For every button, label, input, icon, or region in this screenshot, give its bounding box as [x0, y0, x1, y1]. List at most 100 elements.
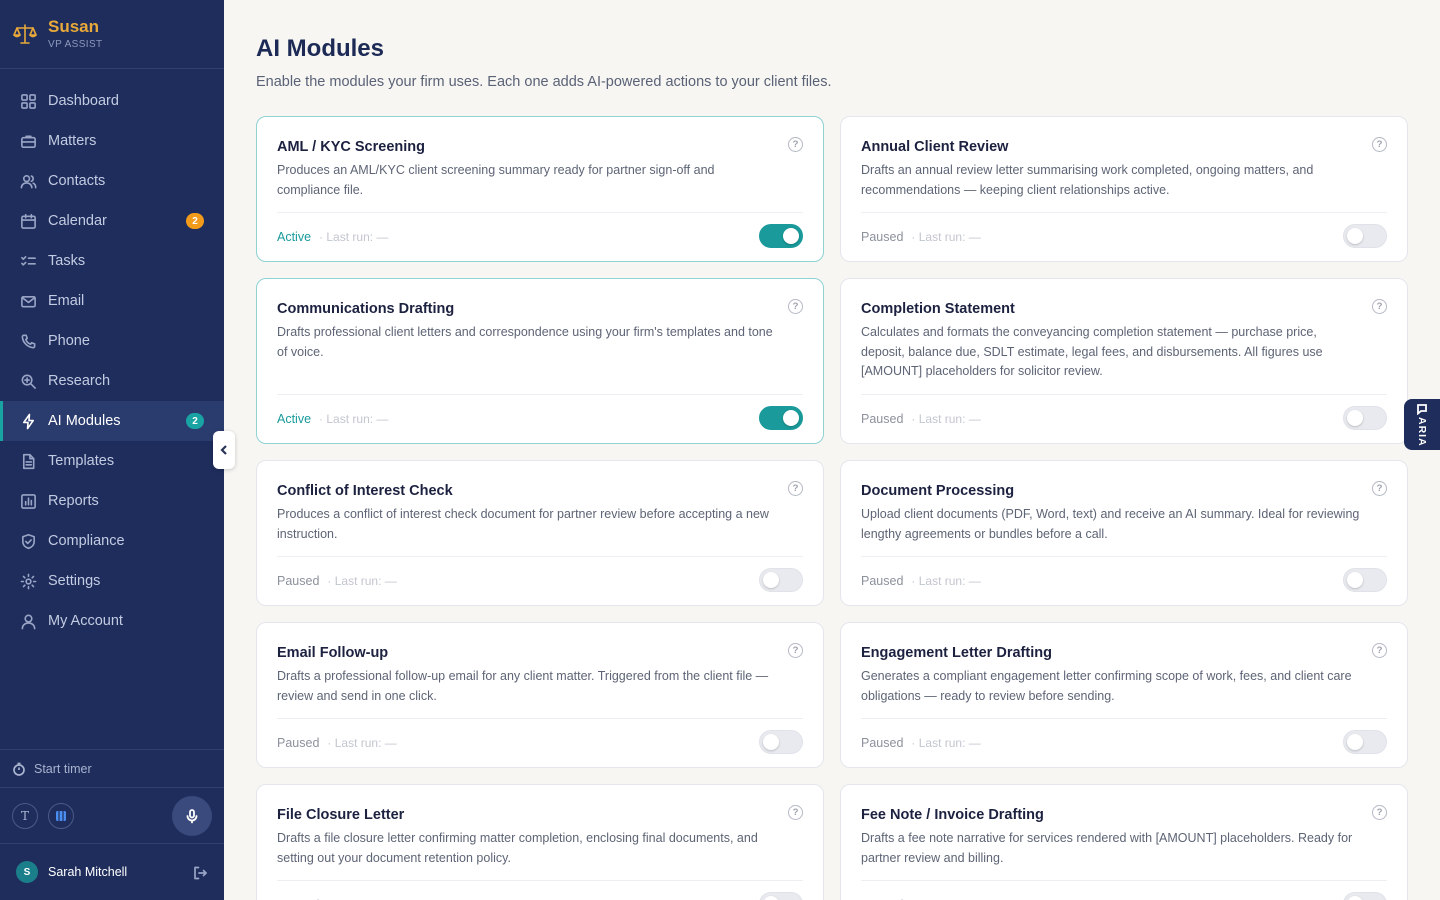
- sidebar-item-label: Dashboard: [48, 93, 119, 109]
- aria-assistant-tab[interactable]: ARIA: [1404, 399, 1440, 450]
- module-last-run: · Last run: —: [911, 230, 981, 244]
- start-timer-label: Start timer: [34, 761, 92, 776]
- module-toggle[interactable]: [759, 224, 803, 248]
- sidebar-item-label: Reports: [48, 493, 99, 509]
- module-title: Document Processing: [861, 483, 1015, 499]
- file-icon: [19, 452, 37, 470]
- module-card-conflict-of-interest-check: Conflict of Interest Check Produces a con…: [256, 460, 824, 606]
- scales-logo-icon: [13, 24, 37, 44]
- collapse-sidebar-button[interactable]: [213, 431, 235, 469]
- module-status: Paused: [277, 574, 320, 588]
- logout-button[interactable]: [192, 865, 208, 881]
- text-mode-button[interactable]: T: [12, 803, 38, 829]
- sidebar-item-compliance[interactable]: Compliance: [0, 521, 224, 561]
- book-button[interactable]: [48, 803, 74, 829]
- brand[interactable]: Susan VP ASSIST: [0, 0, 224, 69]
- sidebar-item-phone[interactable]: Phone: [0, 321, 224, 361]
- help-icon[interactable]: ?: [788, 805, 803, 820]
- sidebar-item-templates[interactable]: Templates: [0, 441, 224, 481]
- module-last-run: · Last run: —: [327, 574, 397, 588]
- module-title: Email Follow-up: [277, 645, 389, 661]
- module-toggle[interactable]: [1343, 406, 1387, 430]
- module-status: Active: [277, 230, 312, 244]
- module-status: Paused: [861, 574, 904, 588]
- module-last-run: · Last run: —: [327, 736, 397, 750]
- module-footer: Paused · Last run: —: [861, 718, 1387, 767]
- module-title: Engagement Letter Drafting: [861, 645, 1052, 661]
- module-toggle[interactable]: [759, 406, 803, 430]
- sidebar-item-label: Tasks: [48, 253, 86, 269]
- module-last-run: · Last run: —: [319, 412, 389, 426]
- module-card-document-processing: Document Processing Upload client documen…: [840, 460, 1408, 606]
- module-card-completion-statement: Completion Statement Calculates and forma…: [840, 278, 1408, 444]
- sidebar-item-my-account[interactable]: My Account: [0, 601, 224, 641]
- help-icon[interactable]: ?: [1372, 481, 1387, 496]
- module-description: Drafts a professional follow-up email fo…: [277, 669, 769, 703]
- module-toggle[interactable]: [1343, 730, 1387, 754]
- zoom-icon: [19, 372, 37, 390]
- module-toggle[interactable]: [759, 730, 803, 754]
- aria-label: ARIA: [1416, 416, 1428, 447]
- sidebar-item-dashboard[interactable]: Dashboard: [0, 81, 224, 121]
- toggle-knob: [1347, 228, 1363, 244]
- module-toggle[interactable]: [1343, 568, 1387, 592]
- text-mode-label: T: [20, 809, 29, 823]
- sidebar-item-label: AI Modules: [48, 413, 121, 429]
- sidebar-item-matters[interactable]: Matters: [0, 121, 224, 161]
- sidebar-item-calendar[interactable]: Calendar 2: [0, 201, 224, 241]
- sidebar-item-email[interactable]: Email: [0, 281, 224, 321]
- module-toggle[interactable]: [1343, 224, 1387, 248]
- sidebar-item-tasks[interactable]: Tasks: [0, 241, 224, 281]
- module-toggle[interactable]: [759, 892, 803, 900]
- sidebar-item-label: Email: [48, 293, 85, 309]
- toggle-knob: [1347, 410, 1363, 426]
- module-card-communications-drafting: Communications Drafting Drafts profession…: [256, 278, 824, 444]
- page-subtitle: Enable the modules your firm uses. Each …: [256, 74, 832, 90]
- help-icon[interactable]: ?: [1372, 299, 1387, 314]
- module-title: AML / KYC Screening: [277, 139, 425, 155]
- help-icon[interactable]: ?: [788, 481, 803, 496]
- chevron-left-icon: [220, 445, 227, 455]
- toggle-knob: [763, 896, 779, 900]
- page-title: AI Modules: [256, 35, 385, 62]
- module-card-engagement-letter-drafting: Engagement Letter Drafting Generates a co…: [840, 622, 1408, 768]
- module-toggle[interactable]: [759, 568, 803, 592]
- toggle-knob: [1347, 896, 1363, 900]
- logout-icon: [194, 866, 207, 880]
- microphone-button[interactable]: [172, 796, 212, 836]
- sidebar-nav: Dashboard Matters Contacts Calendar 2 Ta…: [0, 81, 224, 641]
- toggle-knob: [1347, 734, 1363, 750]
- start-timer-button[interactable]: Start timer: [0, 749, 224, 787]
- module-footer: Paused · Last run: —: [277, 718, 803, 767]
- module-footer: Active · Last run: —: [277, 394, 803, 443]
- help-icon[interactable]: ?: [1372, 137, 1387, 152]
- module-title: Conflict of Interest Check: [277, 483, 453, 499]
- users-icon: [19, 172, 37, 190]
- module-title: File Closure Letter: [277, 807, 405, 823]
- book-icon: [56, 811, 66, 821]
- sidebar-item-contacts[interactable]: Contacts: [0, 161, 224, 201]
- sidebar-item-label: Matters: [48, 133, 97, 149]
- sidebar-item-label: Templates: [48, 453, 115, 469]
- module-toggle[interactable]: [1343, 892, 1387, 900]
- help-icon[interactable]: ?: [788, 137, 803, 152]
- help-icon[interactable]: ?: [1372, 805, 1387, 820]
- module-card-file-closure-letter: File Closure Letter Drafts a file closure…: [256, 784, 824, 900]
- sidebar-item-label: Settings: [48, 573, 101, 589]
- user-profile[interactable]: S Sarah Mitchell: [0, 843, 224, 900]
- sidebar-item-research[interactable]: Research: [0, 361, 224, 401]
- help-icon[interactable]: ?: [1372, 643, 1387, 658]
- help-icon[interactable]: ?: [788, 299, 803, 314]
- module-footer: Paused · Last run: —: [861, 394, 1387, 443]
- sidebar-item-settings[interactable]: Settings: [0, 561, 224, 601]
- sidebar-item-label: Phone: [48, 333, 90, 349]
- module-card-aml-kyc-screening: AML / KYC Screening Produces an AML/KYC c…: [256, 116, 824, 262]
- sidebar-item-ai-modules[interactable]: AI Modules 2: [0, 401, 224, 441]
- grid-icon: [19, 92, 37, 110]
- help-icon[interactable]: ?: [788, 643, 803, 658]
- sidebar-item-reports[interactable]: Reports: [0, 481, 224, 521]
- user-icon: [19, 612, 37, 630]
- module-card-email-follow-up: Email Follow-up Drafts a professional fol…: [256, 622, 824, 768]
- toggle-knob: [783, 410, 799, 426]
- module-title: Completion Statement: [861, 301, 1015, 317]
